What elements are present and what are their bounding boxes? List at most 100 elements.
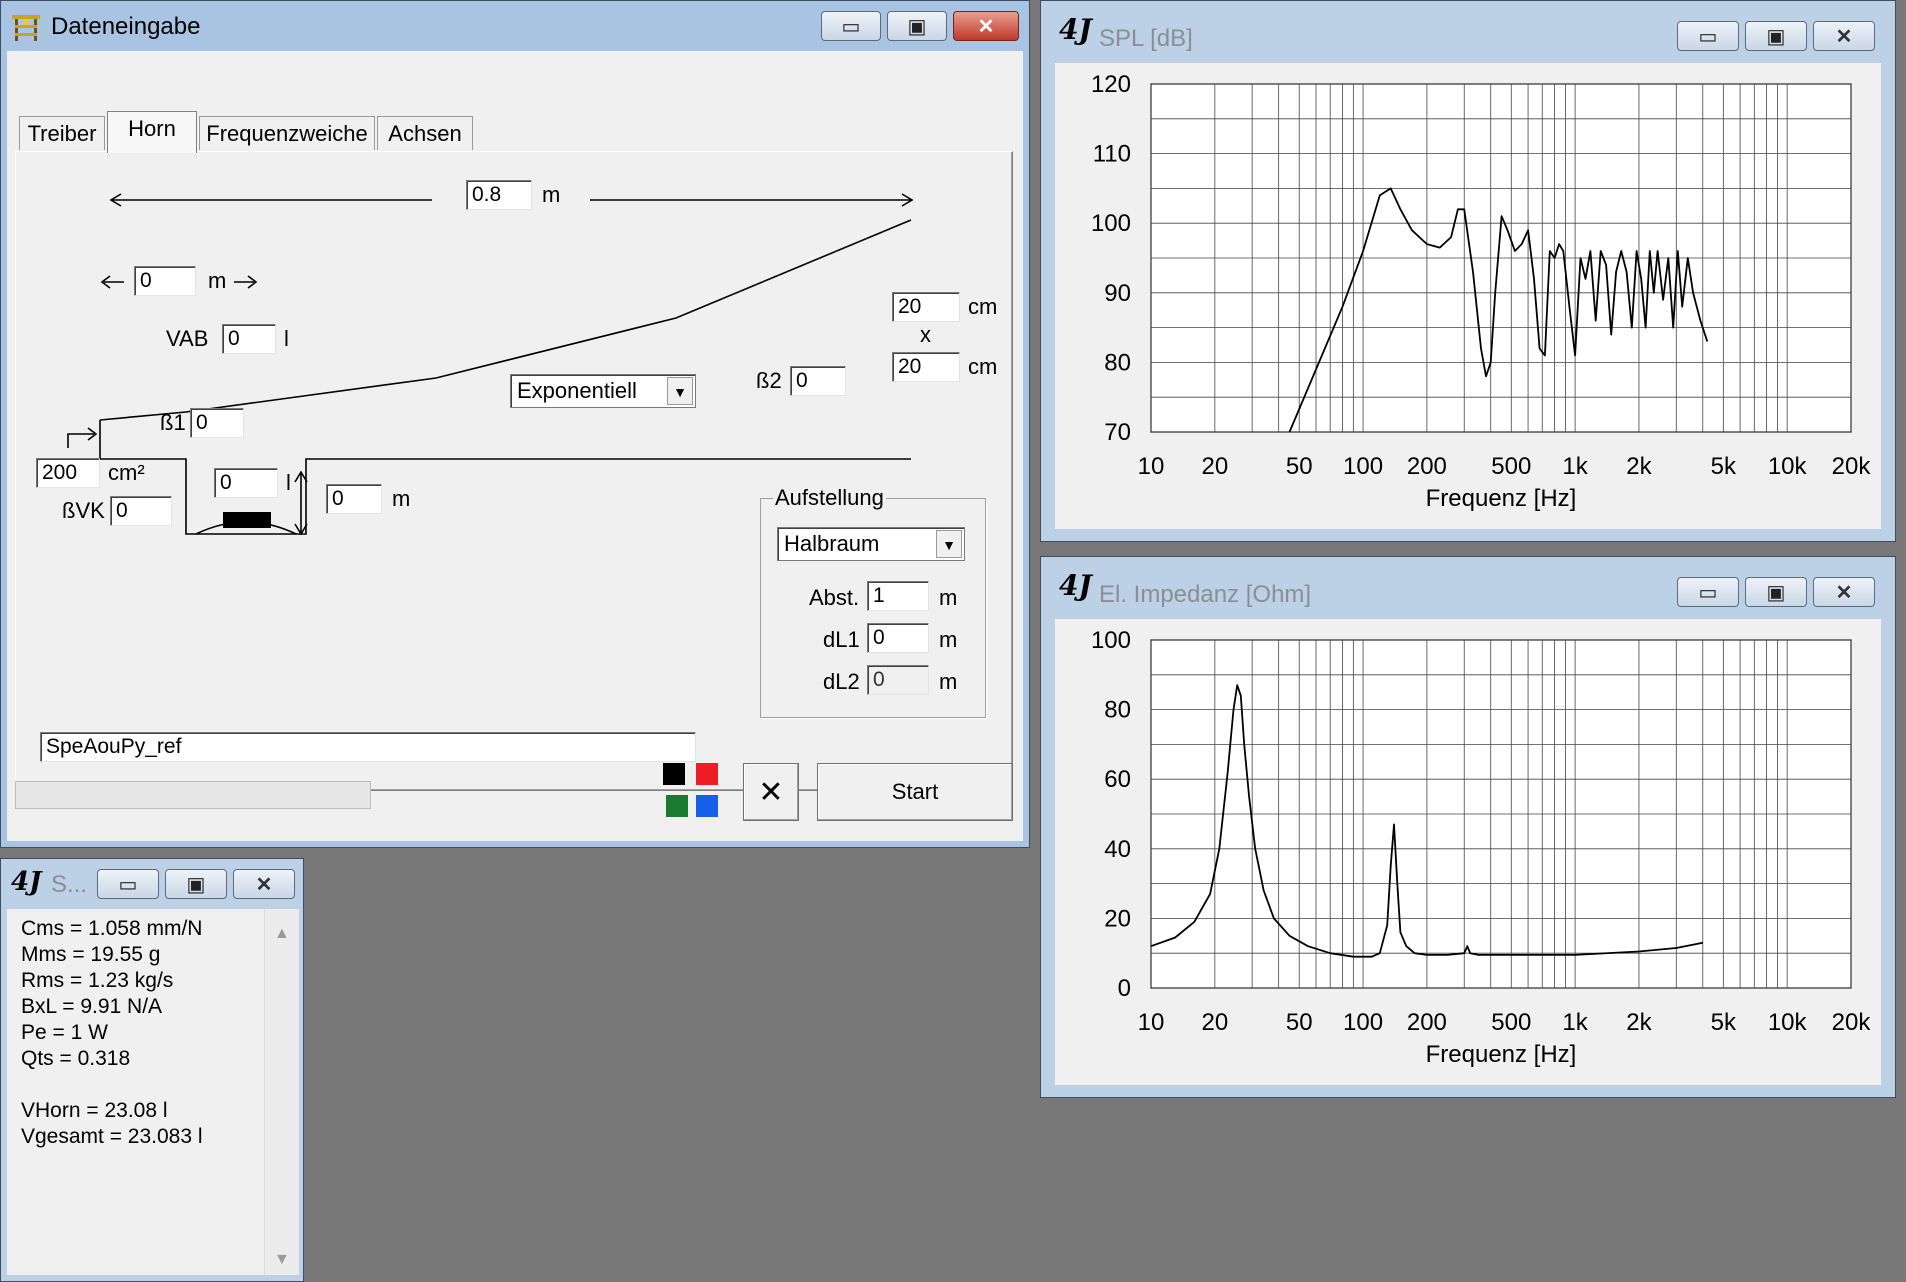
- offset-input[interactable]: 0: [134, 266, 196, 296]
- depth-unit: m: [392, 486, 411, 511]
- aufstellung-select[interactable]: Halbraum ▼: [777, 527, 965, 561]
- color-swatch-blue[interactable]: [696, 795, 718, 817]
- abst-input[interactable]: 1: [867, 581, 929, 611]
- scroll-down-icon[interactable]: ▼: [274, 1251, 290, 1269]
- minimize-button[interactable]: ▭: [1677, 577, 1739, 607]
- stats-text: Cms = 1.058 mm/N Mms = 19.55 g Rms = 1.23 …: [7, 909, 263, 1275]
- dl2-input: 0: [867, 665, 929, 695]
- beta1-input[interactable]: 0: [190, 408, 244, 438]
- close-button[interactable]: ✕: [953, 11, 1019, 41]
- stats-titlebar[interactable]: 4J S... ▭ ▣ ✕: [1, 859, 303, 909]
- impedance-title: El. Impedanz [Ohm]: [1099, 581, 1312, 608]
- x-tick-label: 1k: [1562, 453, 1588, 480]
- color-swatch-black[interactable]: [663, 763, 685, 785]
- window-title: Dateneingabe: [51, 13, 201, 40]
- maximize-button[interactable]: ▣: [1745, 577, 1807, 607]
- vertical-scrollbar[interactable]: ▲ ▼: [264, 909, 299, 1275]
- horn-length-input[interactable]: 0.8: [466, 180, 532, 210]
- y-tick-label: 60: [1104, 766, 1131, 793]
- x-tick-label: 100: [1343, 453, 1383, 480]
- dl1-input[interactable]: 0: [867, 623, 929, 653]
- x-tick-label: 200: [1407, 1009, 1447, 1036]
- spl-window: 4J SPL [dB] ▭ ▣ ✕ 70 80 90 100 110 120 10 20 50 1…: [1040, 0, 1896, 542]
- start-button[interactable]: Start: [817, 763, 1013, 821]
- spl-titlebar[interactable]: 4J SPL [dB] ▭ ▣ ✕: [1041, 1, 1895, 52]
- x-axis-label: Frequenz [Hz]: [1426, 1041, 1577, 1068]
- beta1-label: ß1: [160, 410, 186, 435]
- chevron-down-icon[interactable]: ▼: [936, 530, 962, 558]
- dl1-label: dL1: [823, 627, 860, 652]
- bvk-input[interactable]: 0: [110, 496, 172, 526]
- close-button[interactable]: ✕: [1813, 577, 1875, 607]
- minimize-button[interactable]: ▭: [821, 11, 881, 41]
- app-icon: [12, 15, 40, 41]
- y-tick-label: 100: [1091, 210, 1131, 237]
- y-tick-label: 70: [1104, 419, 1131, 446]
- dl2-label: dL2: [823, 669, 860, 694]
- throat-area-input[interactable]: 200: [36, 458, 100, 488]
- dl2-unit: m: [939, 669, 958, 694]
- dateneingabe-window: Dateneingabe ▭ ▣ ✕ Treiber Horn Frequenz…: [0, 0, 1030, 848]
- aj-logo-icon: 4J: [11, 867, 42, 897]
- color-swatch-green[interactable]: [666, 795, 688, 817]
- minimize-button[interactable]: ▭: [1677, 21, 1739, 51]
- name-input[interactable]: SpeAouPy_ref: [40, 732, 696, 762]
- dateneingabe-titlebar[interactable]: Dateneingabe ▭ ▣ ✕: [1, 1, 1029, 51]
- minimize-button[interactable]: ▭: [97, 869, 159, 899]
- stats-line: VHorn = 23.08 l: [21, 1099, 168, 1122]
- spl-title: SPL [dB]: [1099, 25, 1193, 52]
- close-button[interactable]: ✕: [233, 869, 295, 899]
- x-tick-label: 50: [1286, 453, 1313, 480]
- tab-treiber[interactable]: Treiber: [19, 116, 105, 150]
- mouth-width-input[interactable]: 20: [892, 292, 960, 322]
- vab-label: VAB: [166, 326, 209, 351]
- stats-line: BxL = 9.91 N/A: [21, 995, 163, 1018]
- close-icon: ✕: [758, 775, 784, 809]
- maximize-button[interactable]: ▣: [887, 11, 947, 41]
- x-tick-label: 20k: [1832, 453, 1872, 480]
- aufstellung-value: Halbraum: [784, 531, 880, 556]
- x-tick-label: 10k: [1768, 453, 1808, 480]
- impedance-titlebar[interactable]: 4J El. Impedanz [Ohm] ▭ ▣ ✕: [1041, 557, 1895, 608]
- x-tick-label: 20: [1201, 1009, 1228, 1036]
- scroll-up-icon[interactable]: ▲: [274, 925, 290, 943]
- mouth-times-label: x: [920, 322, 931, 347]
- stats-line: Pe = 1 W: [21, 1021, 108, 1044]
- x-tick-label: 20k: [1832, 1009, 1872, 1036]
- beta2-label: ß2: [756, 368, 782, 393]
- stats-line: Rms = 1.23 kg/s: [21, 969, 174, 992]
- throat-area-unit: cm²: [108, 460, 145, 485]
- cancel-button[interactable]: ✕: [743, 763, 799, 821]
- x-tick-label: 100: [1343, 1009, 1383, 1036]
- impedance-chart: 0 20 40 60 80 100 10 20 50 100 200 500 1k 2k 5k 10k 20k F…: [1091, 627, 1872, 1068]
- tab-frequenzweiche[interactable]: Frequenzweiche: [199, 116, 375, 150]
- color-swatch-red[interactable]: [696, 763, 718, 785]
- flare-type-value: Exponentiell: [517, 378, 637, 403]
- chevron-down-icon[interactable]: ▼: [667, 377, 693, 405]
- vab-input[interactable]: 0: [222, 324, 276, 354]
- chamber-volume-input[interactable]: 0: [214, 468, 278, 498]
- progress-bar: [15, 781, 371, 809]
- tab-horn[interactable]: Horn: [107, 111, 197, 153]
- offset-unit: m: [208, 268, 227, 293]
- x-tick-label: 10k: [1768, 1009, 1808, 1036]
- mouth-height-input[interactable]: 20: [892, 352, 960, 382]
- maximize-button[interactable]: ▣: [165, 869, 227, 899]
- dl1-unit: m: [939, 627, 958, 652]
- beta2-input[interactable]: 0: [790, 366, 846, 396]
- close-button[interactable]: ✕: [1813, 21, 1875, 51]
- y-tick-label: 120: [1091, 71, 1131, 98]
- y-tick-label: 100: [1091, 627, 1131, 654]
- flare-type-select[interactable]: Exponentiell ▼: [510, 374, 696, 408]
- maximize-button[interactable]: ▣: [1745, 21, 1807, 51]
- tab-achsen[interactable]: Achsen: [377, 116, 473, 150]
- x-tick-label: 1k: [1562, 1009, 1588, 1036]
- x-tick-label: 20: [1201, 453, 1228, 480]
- x-tick-label: 2k: [1626, 1009, 1652, 1036]
- depth-input[interactable]: 0: [326, 484, 382, 514]
- spl-chart: 70 80 90 100 110 120 10 20 50 100 200 500 1k 2k 5k 10k 2…: [1091, 71, 1872, 512]
- vab-unit: l: [284, 326, 289, 351]
- x-tick-label: 500: [1491, 453, 1531, 480]
- y-tick-label: 80: [1104, 697, 1131, 724]
- x-axis-label: Frequenz [Hz]: [1426, 485, 1577, 512]
